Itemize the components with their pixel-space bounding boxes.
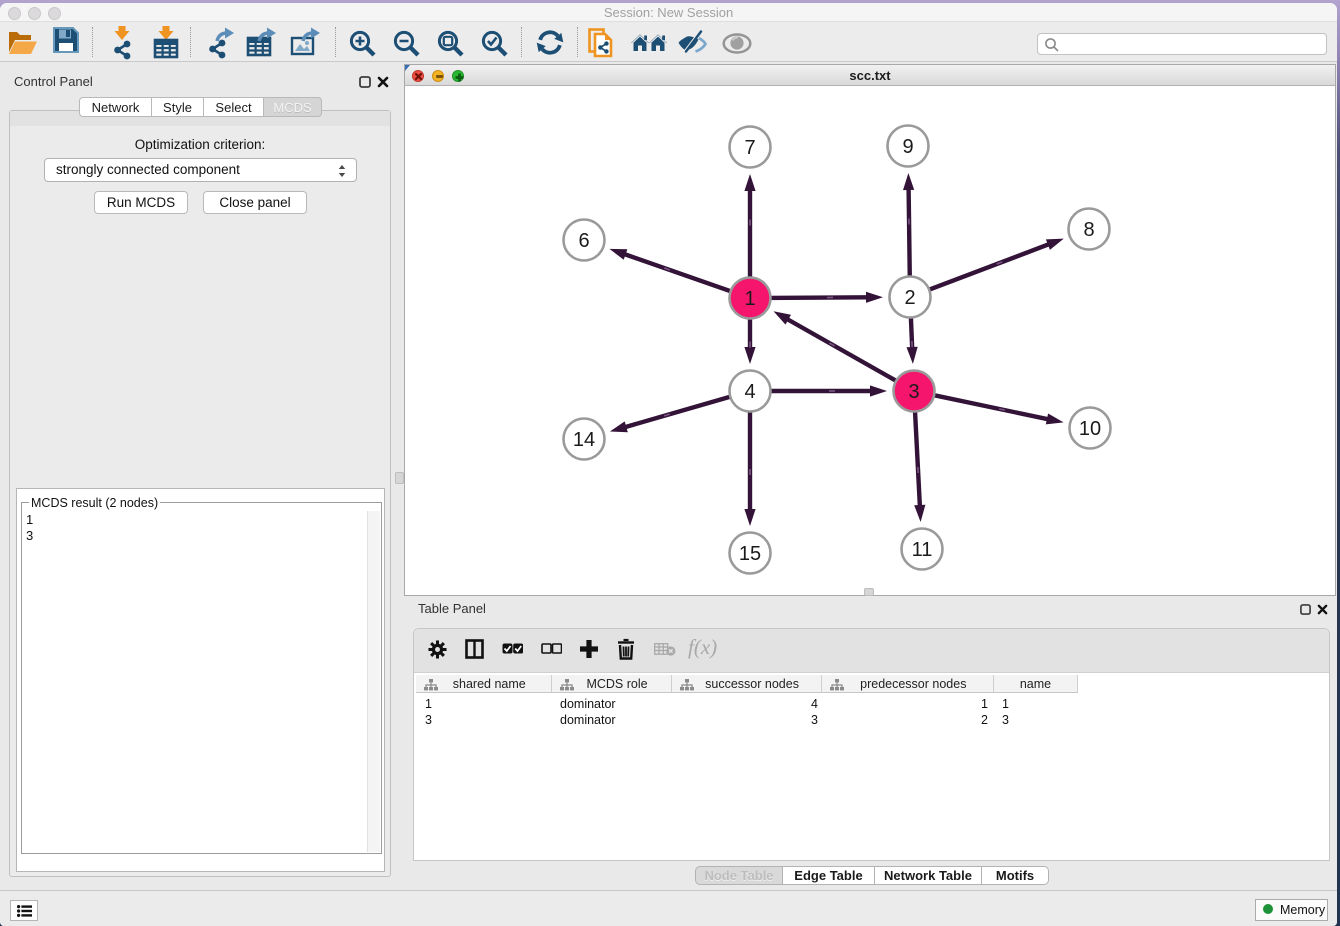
svg-text:8: 8 (1083, 219, 1094, 241)
svg-text:4: 4 (744, 381, 755, 403)
svg-text:15: 15 (739, 543, 761, 565)
svg-text:2: 2 (904, 287, 915, 309)
svg-text:1: 1 (744, 288, 755, 310)
svg-text:3: 3 (908, 381, 919, 403)
svg-text:9: 9 (902, 136, 913, 158)
svg-text:11: 11 (912, 539, 933, 561)
svg-text:10: 10 (1079, 418, 1101, 440)
svg-text:6: 6 (578, 230, 589, 252)
svg-text:14: 14 (573, 429, 595, 451)
svg-text:7: 7 (744, 137, 755, 159)
